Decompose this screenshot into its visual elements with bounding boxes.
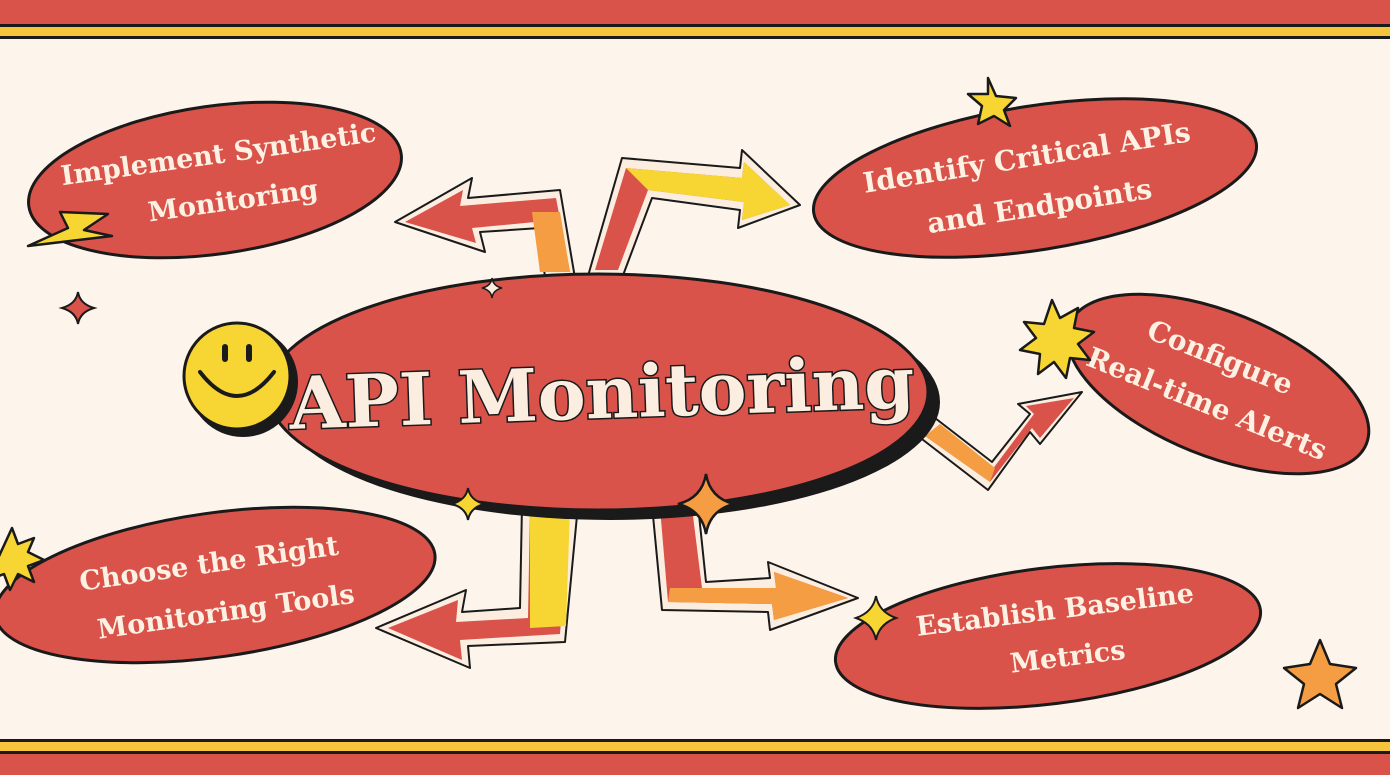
node-alerts: Configure Real-time Alerts (1065, 292, 1371, 476)
central-node: API Monitoring (266, 272, 940, 520)
bottom-border (0, 739, 1390, 775)
node-tools: Choose the Right Monitoring Tools (0, 505, 437, 665)
arrow-to-baseline (651, 504, 859, 631)
smiley-icon (182, 321, 298, 437)
diagram-canvas: API Monitoring Implement Synthetic Monit… (0, 0, 1390, 775)
arrow-to-alerts (917, 391, 1083, 491)
node-baseline: Establish Baseline Metrics (833, 562, 1263, 710)
node-critical: Identify Critical APIs and Endpoints (811, 97, 1259, 259)
node-synthetic: Implement Synthetic Monitoring (27, 100, 403, 260)
mind-map: API Monitoring Implement Synthetic Monit… (0, 0, 1390, 775)
star-icon (1282, 638, 1358, 710)
arrow-to-synthetic (394, 177, 576, 279)
sparkle-icon (58, 291, 98, 325)
top-border (0, 0, 1390, 39)
arrow-to-critical (587, 149, 801, 279)
